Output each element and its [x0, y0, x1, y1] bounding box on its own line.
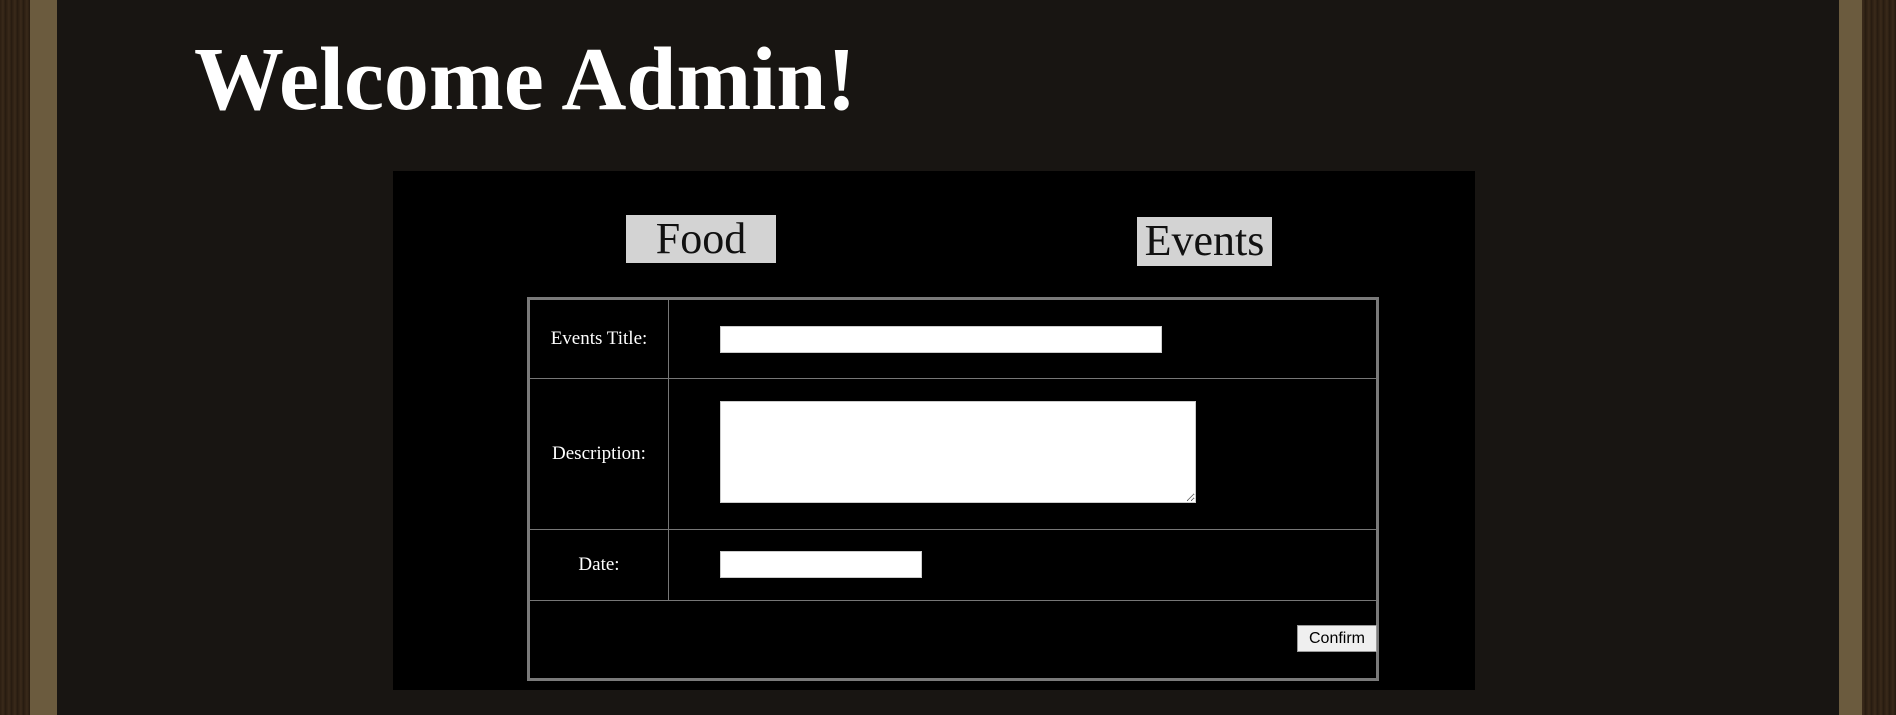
events-title-label: Events Title: [530, 300, 669, 378]
confirm-row: Confirm [530, 601, 1377, 678]
events-title-input[interactable] [720, 326, 1162, 353]
events-button[interactable]: Events [1137, 217, 1272, 266]
description-textarea[interactable] [720, 401, 1196, 503]
welcome-heading: Welcome Admin! [194, 30, 857, 129]
content-panel: Welcome Admin! Food Events Events Title:… [57, 0, 1839, 715]
food-button[interactable]: Food [626, 215, 776, 263]
description-row: Description: [530, 379, 1376, 530]
description-label: Description: [530, 379, 669, 529]
date-label: Date: [530, 530, 669, 600]
events-form-table: Events Title: Description: Date: Confirm [527, 297, 1379, 681]
page-background: Welcome Admin! Food Events Events Title:… [0, 0, 1896, 715]
confirm-button[interactable]: Confirm [1297, 625, 1377, 652]
events-title-row: Events Title: [530, 300, 1376, 379]
admin-form-container: Food Events Events Title: Description: D… [393, 171, 1475, 690]
date-row: Date: [530, 530, 1376, 601]
date-input[interactable] [720, 551, 922, 578]
